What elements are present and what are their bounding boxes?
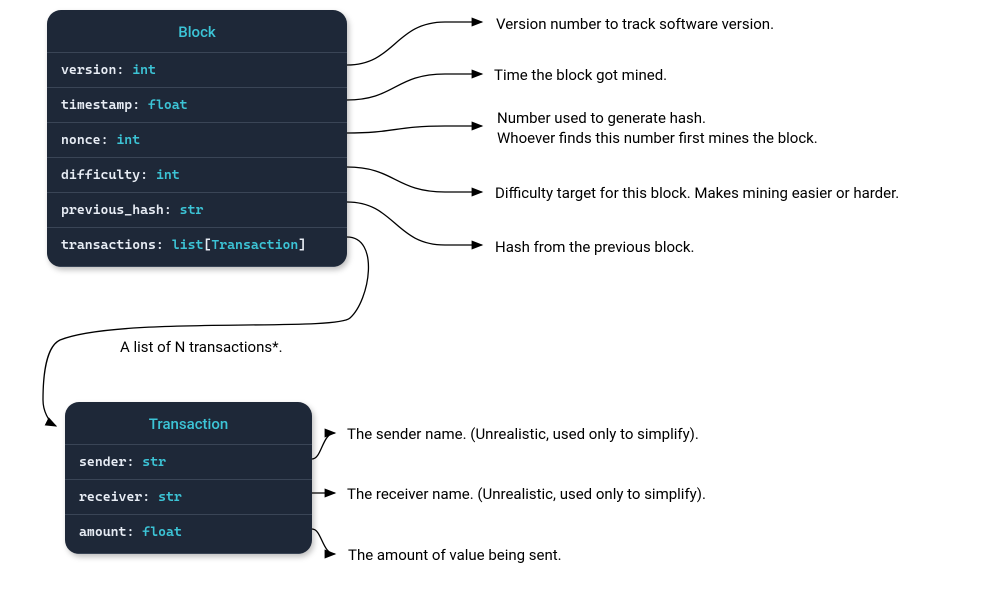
desc-previous-hash: Hash from the previous block. <box>495 237 694 257</box>
field-name: sender <box>79 454 126 470</box>
field-type-prefix: list <box>172 237 204 253</box>
field-name: nonce <box>61 132 101 148</box>
transaction-field-receiver: receiver: str <box>65 479 312 514</box>
desc-version: Version number to track software version… <box>496 14 774 34</box>
block-field-timestamp: timestamp: float <box>47 87 347 122</box>
field-type: str <box>180 202 204 218</box>
field-type: int <box>132 62 156 78</box>
desc-receiver: The receiver name. (Unrealistic, used on… <box>347 484 706 504</box>
field-type: int <box>116 132 140 148</box>
block-field-version: version: int <box>47 52 347 87</box>
field-type: str <box>158 489 182 505</box>
desc-nonce-line2: Whoever finds this number first mines th… <box>497 129 818 147</box>
field-name: transactions <box>61 237 156 253</box>
field-type-param: Transaction <box>211 237 298 253</box>
field-name: previous_hash <box>61 202 164 218</box>
field-name: difficulty <box>61 167 140 183</box>
field-name: version <box>61 62 116 78</box>
block-field-difficulty: difficulty: int <box>47 157 347 192</box>
block-title: Block <box>47 10 347 52</box>
transaction-field-amount: amount: float <box>65 514 312 554</box>
field-type: float <box>142 524 182 540</box>
field-name: timestamp <box>61 97 132 113</box>
transaction-card: Transaction sender: str receiver: str am… <box>65 402 312 554</box>
field-name: amount <box>79 524 126 540</box>
block-card: Block version: int timestamp: float nonc… <box>47 10 347 267</box>
field-type: int <box>156 167 180 183</box>
desc-difficulty: Difficulty target for this block. Makes … <box>495 183 899 203</box>
block-field-transactions: transactions: list[Transaction] <box>47 227 347 267</box>
desc-timestamp: Time the block got mined. <box>494 65 667 85</box>
block-field-nonce: nonce: int <box>47 122 347 157</box>
field-name: receiver <box>79 489 142 505</box>
desc-nonce: Number used to generate hash. Whoever fi… <box>497 108 818 149</box>
block-field-previous-hash: previous_hash: str <box>47 192 347 227</box>
field-type: str <box>142 454 166 470</box>
field-type: float <box>148 97 188 113</box>
transaction-field-sender: sender: str <box>65 444 312 479</box>
transaction-title: Transaction <box>65 402 312 444</box>
desc-sender: The sender name. (Unrealistic, used only… <box>347 424 699 444</box>
label-transactions-link: A list of N transactions*. <box>120 338 283 356</box>
desc-amount: The amount of value being sent. <box>348 545 562 565</box>
desc-nonce-line1: Number used to generate hash. <box>497 109 706 127</box>
